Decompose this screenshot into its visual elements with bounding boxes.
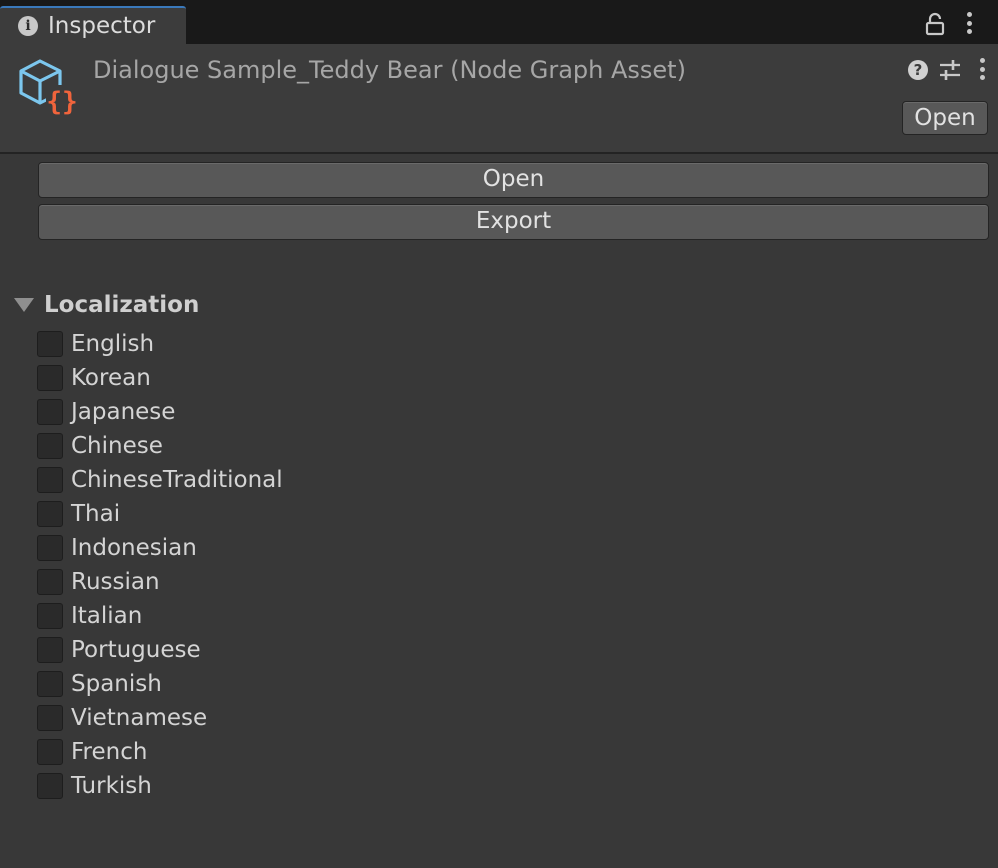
language-checkbox[interactable]	[37, 569, 63, 595]
language-label: Indonesian	[71, 535, 197, 561]
language-toggle[interactable]: Russian	[37, 565, 283, 599]
svg-text:{}: {}	[46, 87, 77, 117]
language-label: Chinese	[71, 433, 163, 459]
language-toggle[interactable]: Spanish	[37, 667, 283, 701]
language-toggle[interactable]: Japanese	[37, 395, 283, 429]
language-toggle[interactable]: Turkish	[37, 769, 283, 803]
language-toggle[interactable]: Portuguese	[37, 633, 283, 667]
open-button[interactable]: Open	[38, 162, 989, 198]
export-button[interactable]: Export	[38, 204, 989, 240]
language-list: English Korean Japanese Chinese ChineseTradi…	[37, 327, 283, 803]
header-menu-icon[interactable]	[976, 58, 988, 82]
language-toggle[interactable]: Korean	[37, 361, 283, 395]
language-label: Japanese	[71, 399, 176, 425]
help-icon[interactable]: ?	[908, 60, 928, 80]
language-toggle[interactable]: ChineseTraditional	[37, 463, 283, 497]
language-label: Russian	[71, 569, 160, 595]
localization-label: Localization	[44, 292, 200, 318]
language-label: Vietnamese	[71, 705, 208, 731]
language-checkbox[interactable]	[37, 467, 63, 493]
language-checkbox[interactable]	[37, 331, 63, 357]
language-label: ChineseTraditional	[71, 467, 283, 493]
inspector-header: {} Dialogue Sample_Teddy Bear (Node Grap…	[0, 44, 998, 154]
asset-title: Dialogue Sample_Teddy Bear (Node Graph A…	[93, 56, 686, 84]
lock-icon[interactable]	[924, 12, 946, 36]
language-toggle[interactable]: Chinese	[37, 429, 283, 463]
language-checkbox[interactable]	[37, 535, 63, 561]
header-open-button[interactable]: Open	[902, 101, 988, 135]
node-graph-asset-icon: {}	[18, 58, 80, 120]
language-label: English	[71, 331, 155, 357]
tab-label: Inspector	[48, 13, 156, 39]
language-checkbox[interactable]	[37, 671, 63, 697]
kebab-menu-icon[interactable]	[962, 12, 976, 36]
localization-foldout[interactable]: Localization	[12, 290, 199, 320]
language-label: French	[71, 739, 148, 765]
language-toggle[interactable]: Indonesian	[37, 531, 283, 565]
language-label: Italian	[71, 603, 143, 629]
tab-strip: i Inspector	[0, 0, 998, 44]
language-checkbox[interactable]	[37, 433, 63, 459]
language-checkbox[interactable]	[37, 501, 63, 527]
language-label: Thai	[71, 501, 121, 527]
language-checkbox[interactable]	[37, 773, 63, 799]
foldout-arrow-icon	[14, 298, 34, 312]
language-toggle[interactable]: Italian	[37, 599, 283, 633]
language-checkbox[interactable]	[37, 365, 63, 391]
language-toggle[interactable]: French	[37, 735, 283, 769]
inspector-window: i Inspector {} Dialogue Sample_Teddy Bea…	[0, 0, 998, 868]
language-label: Spanish	[71, 671, 162, 697]
tab-inspector[interactable]: i Inspector	[0, 6, 186, 44]
language-toggle[interactable]: Vietnamese	[37, 701, 283, 735]
language-checkbox[interactable]	[37, 603, 63, 629]
language-toggle[interactable]: Thai	[37, 497, 283, 531]
info-icon: i	[18, 16, 38, 36]
preset-settings-icon[interactable]	[938, 58, 962, 82]
language-label: Korean	[71, 365, 151, 391]
language-label: Portuguese	[71, 637, 201, 663]
language-checkbox[interactable]	[37, 739, 63, 765]
language-checkbox[interactable]	[37, 637, 63, 663]
language-label: Turkish	[71, 773, 152, 799]
language-toggle[interactable]: English	[37, 327, 283, 361]
language-checkbox[interactable]	[37, 705, 63, 731]
language-checkbox[interactable]	[37, 399, 63, 425]
